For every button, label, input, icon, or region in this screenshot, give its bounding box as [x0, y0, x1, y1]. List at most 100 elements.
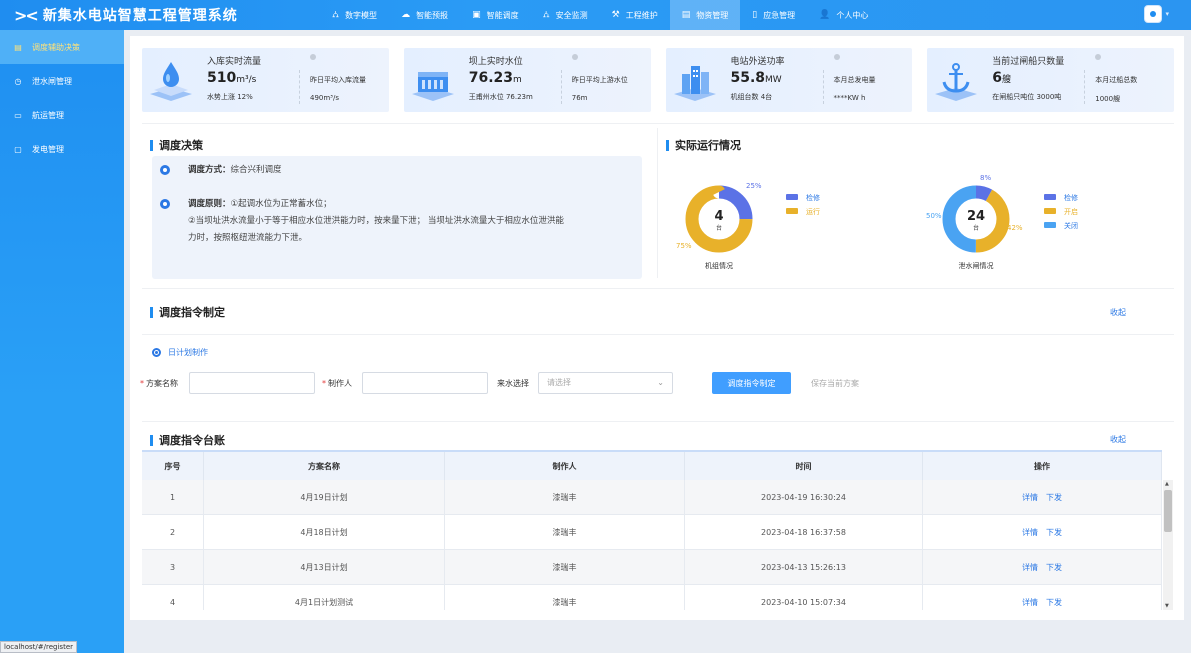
- radio-checked-icon[interactable]: [152, 348, 161, 357]
- send-link[interactable]: 下发: [1046, 492, 1062, 503]
- donut-center-unit: 台: [716, 224, 722, 232]
- phone-icon: ▯: [752, 10, 758, 20]
- send-link[interactable]: 下发: [1046, 562, 1062, 573]
- table-cell-actions: 详情 下发: [923, 515, 1162, 550]
- nav-item-4[interactable]: ⛼ 安全监测: [531, 0, 600, 30]
- stat-secondary-value: ****KW h: [833, 94, 866, 102]
- app-logo[interactable]: >< 新集水电站智慧工程管理系统: [0, 5, 320, 25]
- avatar[interactable]: [1144, 5, 1163, 23]
- decision-method: 调度方式：综合兴利调度: [160, 162, 282, 179]
- plan-type-radio[interactable]: 日计划制作: [152, 347, 208, 358]
- sidebar-item-label: 泄水闸管理: [32, 76, 72, 86]
- detail-link[interactable]: 详情: [1022, 597, 1038, 608]
- ledger-table: 序号 方案名称 制作人 时间 操作 1 4月19日计划 漆瑞丰 2023-04-19 16:3…: [142, 450, 1174, 610]
- hierarchy-icon: ⛼: [332, 9, 340, 20]
- nav-item-6[interactable]: ▤ 物资管理: [669, 0, 741, 30]
- nav-item-label: 物资管理: [696, 10, 729, 20]
- power-station-icon: [672, 58, 718, 102]
- info-dot-icon: [310, 54, 316, 60]
- nav-item-5[interactable]: ⚒ 工程维护: [600, 0, 670, 30]
- slice-label: 42%: [1007, 224, 1023, 232]
- slice-label: 50%: [926, 212, 942, 220]
- table-cell: 3: [142, 550, 204, 585]
- stat-title: 坝上实时水位: [468, 57, 523, 67]
- ledger-title: 调度指令台账: [150, 435, 225, 446]
- user-menu[interactable]: ▾: [1144, 5, 1169, 23]
- detail-link[interactable]: 详情: [1022, 562, 1038, 573]
- menu-icon: ▤: [14, 42, 22, 52]
- stat-value: 76.23m: [469, 70, 522, 86]
- table-scrollbar[interactable]: ▲ ▼: [1163, 480, 1173, 610]
- dam-icon: [410, 58, 456, 102]
- send-link[interactable]: 下发: [1046, 597, 1062, 608]
- decision-panel: 调度方式：综合兴利调度 调度原则：①起调水位为正常蓄水位； ②当坝址洪水流量小于…: [152, 156, 642, 279]
- principle-line-1: ①起调水位为正常蓄水位；: [230, 199, 332, 209]
- sidebar-item-4[interactable]: ▢ 发电管理: [0, 132, 124, 166]
- chevron-down-icon: ⌄: [657, 378, 664, 387]
- donut-center-value: 24: [967, 209, 985, 224]
- avatar-dot: [1150, 11, 1157, 17]
- anchor-icon: [933, 58, 979, 102]
- legend-swatch: [1044, 208, 1056, 214]
- table-cell: 2023-04-19 16:30:24: [685, 480, 923, 515]
- bullet-icon: [160, 165, 170, 175]
- bullet-icon: [160, 199, 170, 209]
- nav-item-1[interactable]: ⛼ 数字模型: [320, 0, 389, 30]
- info-dot-icon: [833, 54, 840, 60]
- menu-icon: ◷: [14, 76, 22, 86]
- table-cell: 4: [142, 585, 204, 610]
- table-cell: 4月19日计划: [204, 480, 445, 515]
- scroll-down-icon[interactable]: ▼: [1165, 603, 1169, 609]
- scroll-up-icon[interactable]: ▲: [1165, 481, 1169, 487]
- detail-link[interactable]: 详情: [1022, 527, 1038, 538]
- ledger-collapse-link[interactable]: 收起: [1110, 434, 1126, 445]
- stat-divider: [822, 70, 824, 104]
- table-cell: 漆瑞丰: [445, 550, 685, 585]
- sidebar: ▤ 调度辅助决策 ◷ 泄水闸管理 ▭ 航运管理 ▢ 发电管理: [0, 30, 124, 653]
- chart-title: 泄水闸情况: [959, 261, 994, 270]
- sidebar-item-label: 调度辅助决策: [32, 42, 80, 52]
- sidebar-item-label: 航运管理: [32, 110, 64, 120]
- table-cell: 1: [142, 480, 204, 515]
- legend-label: 检修: [1064, 193, 1078, 202]
- slice-label: 75%: [676, 242, 692, 250]
- stat-value: 55.8MW: [731, 70, 782, 86]
- command-collapse-link[interactable]: 收起: [1110, 307, 1126, 318]
- sidebar-item-1[interactable]: ▤ 调度辅助决策: [0, 30, 124, 64]
- legend-label: 关闭: [1064, 221, 1078, 230]
- table-header-cell: 时间: [685, 452, 923, 480]
- table-cell-actions: 详情 下发: [923, 480, 1162, 515]
- sidebar-item-3[interactable]: ▭ 航运管理: [0, 98, 124, 132]
- save-plan-button[interactable]: 保存当前方案: [811, 378, 859, 389]
- detail-link[interactable]: 详情: [1022, 492, 1038, 503]
- sidebar-item-2[interactable]: ◷ 泄水闸管理: [0, 64, 124, 98]
- command-submit-button[interactable]: 调度指令制定: [712, 372, 791, 394]
- actual-title: 实际运行情况: [666, 140, 741, 151]
- stat-secondary-label: 本月过船总数: [1095, 76, 1138, 84]
- nav-item-label: 数字模型: [345, 10, 378, 20]
- table-cell: 2023-04-10 15:07:34: [685, 585, 923, 610]
- donut-center-unit: 台: [973, 224, 979, 232]
- table-row: 3 4月13日计划 漆瑞丰 2023-04-13 15:26:13 详情 下发: [142, 550, 1162, 585]
- chevron-down-icon[interactable]: ▾: [1165, 10, 1169, 18]
- scroll-thumb[interactable]: [1164, 490, 1172, 532]
- maker-input[interactable]: [362, 372, 488, 394]
- nav-item-label: 智能预报: [416, 10, 449, 20]
- plan-name-input[interactable]: [189, 372, 315, 394]
- stat-subtext: 王甫州水位 76.23m: [468, 93, 533, 101]
- stat-subtext: 水势上涨 12%: [207, 93, 253, 101]
- nav-item-8[interactable]: 👤 个人中心: [807, 0, 880, 30]
- table-row: 2 4月18日计划 漆瑞丰 2023-04-18 16:37:58 详情 下发: [142, 515, 1162, 550]
- legend-label: 开启: [1064, 207, 1078, 216]
- nav-item-7[interactable]: ▯ 应急管理: [740, 0, 807, 30]
- stat-title: 电站外送功率: [730, 57, 785, 67]
- nav-item-3[interactable]: ▣ 智能调度: [460, 0, 531, 30]
- table-header-cell: 方案名称: [204, 452, 445, 480]
- stat-value: 510m³/s: [207, 70, 256, 86]
- info-dot-icon: [571, 54, 578, 60]
- send-link[interactable]: 下发: [1046, 527, 1062, 538]
- table-cell: 2023-04-13 15:26:13: [685, 550, 923, 585]
- water-select[interactable]: 请选择 ⌄: [538, 372, 673, 394]
- nav-item-2[interactable]: ☁ 智能预报: [389, 0, 460, 30]
- stat-value-unit: 艘: [1002, 75, 1012, 85]
